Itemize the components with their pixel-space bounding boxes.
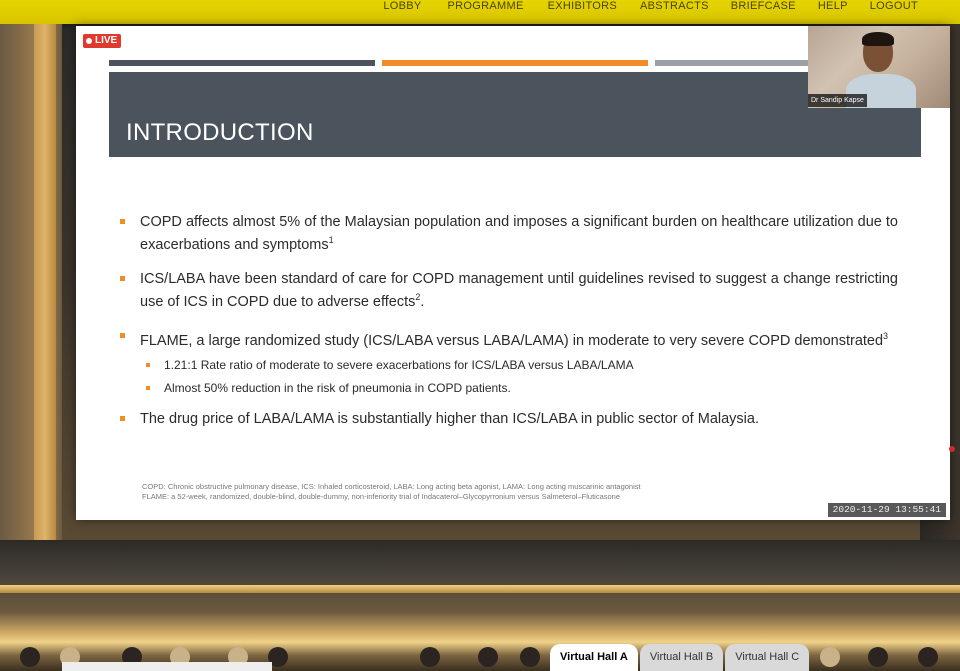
live-badge: LIVE (83, 34, 122, 48)
bullet-item: The drug price of LABA/LAMA is substanti… (118, 410, 898, 428)
bullet-item: FLAME, a large randomized study (ICS/LAB… (118, 327, 898, 350)
audience-head (918, 647, 938, 667)
slide-title-band: INTRODUCTION (109, 72, 921, 157)
bullet-marker (146, 363, 150, 368)
audience-head (20, 647, 40, 667)
sub-bullet-text: Almost 50% reduction in the risk of pneu… (164, 381, 511, 396)
accent-bar-dark (109, 60, 375, 66)
bullet-item: ICS/LABA have been standard of care for … (118, 270, 898, 311)
bullet-marker (120, 416, 125, 422)
bullet-marker (120, 332, 125, 338)
wall-gold-pillar (34, 24, 56, 554)
sub-bullet-item: 1.21:1 Rate ratio of moderate to severe … (118, 357, 898, 373)
stage-edge (0, 585, 960, 593)
tab-virtual-hall-b[interactable]: Virtual Hall B (639, 644, 724, 671)
slide-bullets: COPD affects almost 5% of the Malaysian … (118, 213, 898, 428)
tab-virtual-hall-a[interactable]: Virtual Hall A (550, 644, 638, 671)
nav-lobby[interactable]: LOBBY (383, 0, 421, 12)
footnote-line: COPD: Chronic obstructive pulmonary dise… (142, 482, 641, 491)
slide-title: INTRODUCTION (126, 119, 314, 146)
bullet-item: COPD affects almost 5% of the Malaysian … (118, 213, 898, 254)
sub-bullet-item: Almost 50% reduction in the risk of pneu… (118, 380, 898, 396)
tab-virtual-hall-c[interactable]: Virtual Hall C (725, 644, 810, 671)
nav-logout[interactable]: LOGOUT (870, 0, 918, 12)
bullet-marker (120, 275, 125, 281)
slide-footnotes: COPD: Chronic obstructive pulmonary dise… (142, 482, 782, 502)
bullet-text: The drug price of LABA/LAMA is substanti… (140, 411, 759, 428)
audience-head (820, 647, 840, 667)
accent-bar-orange (382, 60, 648, 66)
speaker-video[interactable]: Dr Sandip Kapse (808, 26, 950, 108)
bullet-marker (120, 219, 125, 224)
stream-timestamp: 2020-11-29 13:55:41 (827, 503, 946, 517)
nav-programme[interactable]: PROGRAMME (448, 0, 524, 12)
audience-head (868, 647, 888, 667)
presentation-screen: LIVE INTRODUCTION Dr Sandip Kapse COPD a… (76, 26, 950, 520)
top-navigation-bar: LOBBY PROGRAMME EXHIBITORS ABSTRACTS BRI… (0, 0, 960, 24)
nav-exhibitors[interactable]: EXHIBITORS (548, 0, 617, 12)
bullet-text: ICS/LABA have been standard of care for … (140, 270, 898, 310)
indicator-dot-icon (949, 446, 955, 452)
hall-tabs: Virtual Hall A Virtual Hall B Virtual Ha… (550, 644, 811, 671)
bullet-text: COPD affects almost 5% of the Malaysian … (140, 214, 898, 253)
auditorium-left-wall (0, 24, 62, 584)
bullet-marker (146, 386, 150, 391)
nav-abstracts[interactable]: ABSTRACTS (640, 0, 709, 12)
audience-head (520, 647, 540, 667)
live-label: LIVE (95, 35, 118, 46)
nav-items: LOBBY PROGRAMME EXHIBITORS ABSTRACTS BRI… (383, 0, 918, 12)
bullet-ref: 3 (883, 330, 889, 341)
footnote-line: FLAME: a 52-week, randomized, double-bli… (142, 492, 621, 501)
bullet-text: FLAME, a large randomized study (ICS/LAB… (140, 332, 884, 349)
nav-briefcase[interactable]: BRIEFCASE (731, 0, 796, 12)
bullet-ref: 1 (328, 235, 334, 245)
audience-head (420, 647, 440, 667)
nav-help[interactable]: HELP (818, 0, 848, 12)
speaker-hair (862, 32, 894, 46)
live-dot-icon (86, 38, 92, 44)
bottom-panel (62, 662, 272, 671)
sub-bullet-text: 1.21:1 Rate ratio of moderate to severe … (164, 358, 634, 373)
bullet-tail: . (420, 293, 425, 310)
speaker-name-tag: Dr Sandip Kapse (808, 94, 867, 107)
audience-head (478, 647, 498, 667)
